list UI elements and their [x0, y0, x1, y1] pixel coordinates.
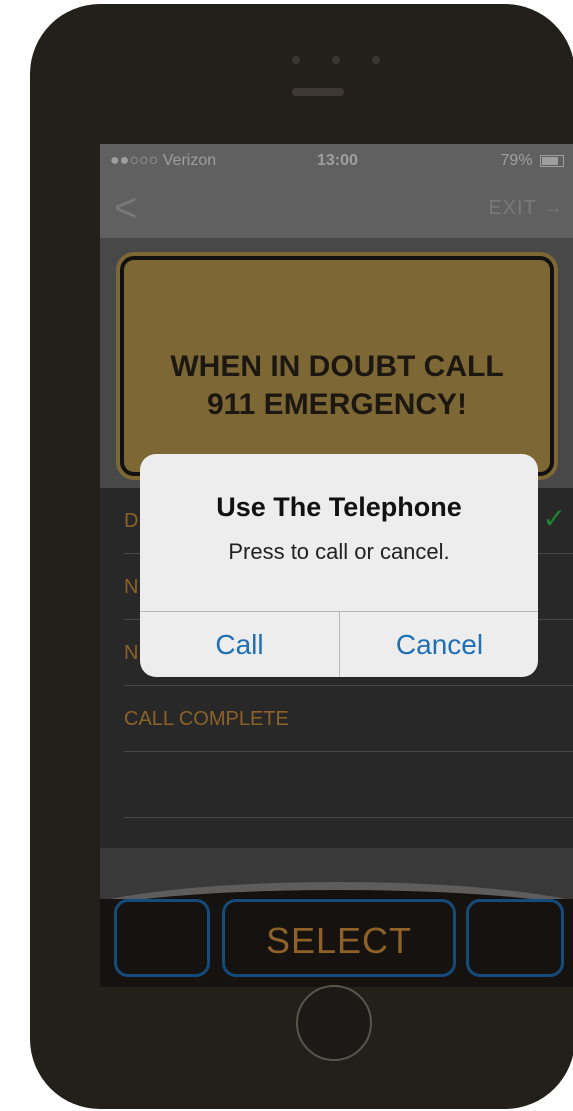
screen: ●●○○○ Verizon 13:00 79% < EXIT → WHEN IN… [100, 144, 573, 987]
dot-icon [372, 56, 380, 64]
phone-frame: ●●○○○ Verizon 13:00 79% < EXIT → WHEN IN… [30, 4, 573, 1109]
home-button[interactable] [296, 985, 372, 1061]
alert-dialog: Use The Telephone Press to call or cance… [140, 454, 538, 677]
speaker-grill [292, 88, 344, 96]
alert-message: Press to call or cancel. [228, 539, 450, 564]
dot-icon [332, 56, 340, 64]
call-button[interactable]: Call [140, 612, 339, 677]
alert-title: Use The Telephone [216, 492, 462, 522]
cancel-button[interactable]: Cancel [340, 612, 538, 677]
camera-dots [292, 56, 382, 70]
dot-icon [292, 56, 300, 64]
